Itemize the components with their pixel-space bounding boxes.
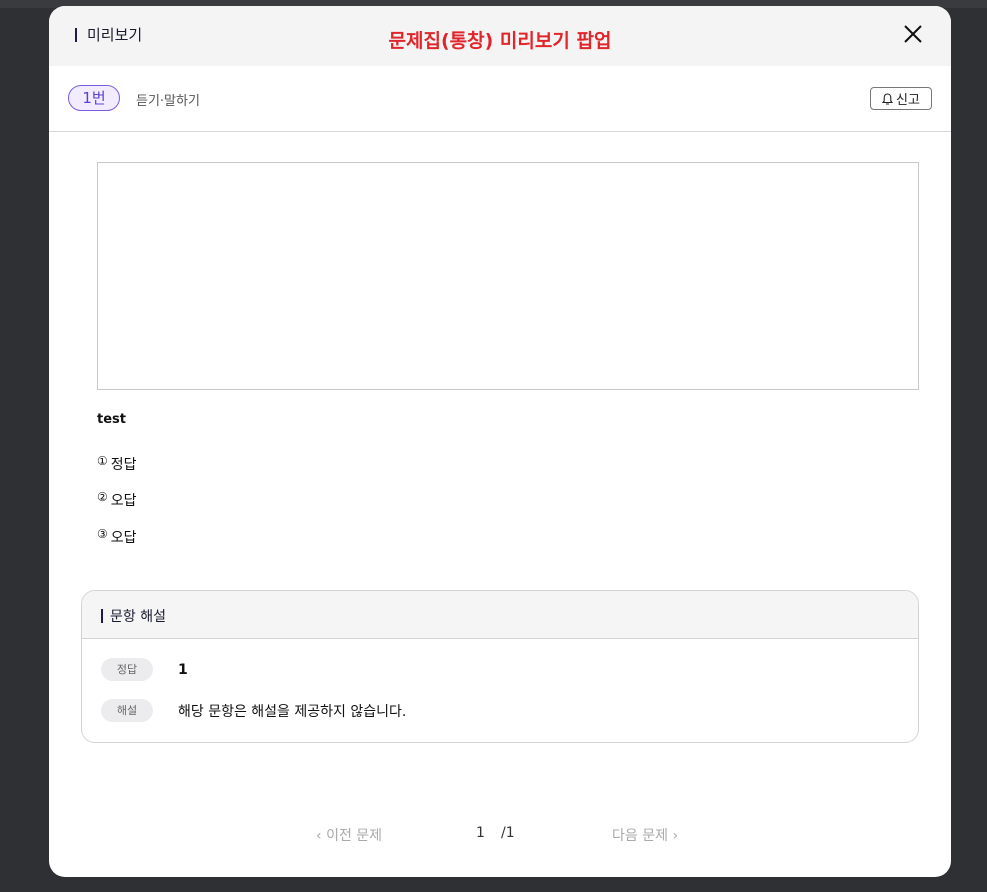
choice-2-label: 오답 bbox=[110, 493, 137, 509]
next-question-label: 다음 문제 bbox=[612, 828, 668, 844]
bell-icon bbox=[882, 92, 894, 105]
prev-question-button[interactable]: ‹ 이전 문제 bbox=[316, 825, 382, 845]
choice-1[interactable]: ① 정답 bbox=[97, 454, 137, 474]
pagination: ‹ 이전 문제 1 /1 다음 문제 › bbox=[49, 822, 951, 846]
explanation-value: 해당 문항은 해설을 제공하지 않습니다. bbox=[178, 704, 407, 720]
chevron-left-icon: ‹ bbox=[316, 828, 322, 844]
popup-title: 문제집(통창) 미리보기 팝업 bbox=[388, 30, 612, 52]
choice-2-mark: ② bbox=[97, 490, 108, 504]
report-button[interactable]: 신고 bbox=[870, 87, 932, 110]
explanation-panel: 문항 해설 정답 1 해설 해당 문항은 해설을 제공하지 않습니다. bbox=[81, 590, 919, 743]
choice-3-label: 오답 bbox=[110, 530, 137, 546]
modal-header: 미리보기 문제집(통창) 미리보기 팝업 bbox=[49, 6, 951, 66]
preview-modal: 미리보기 문제집(통창) 미리보기 팝업 1번 듣기·말하기 신고 test ①… bbox=[49, 6, 951, 877]
next-question-button[interactable]: 다음 문제 › bbox=[612, 825, 678, 845]
choice-2[interactable]: ② 오답 bbox=[97, 490, 137, 510]
prev-question-label: 이전 문제 bbox=[326, 828, 383, 844]
explanation-title: 문항 해설 bbox=[101, 606, 166, 626]
close-button[interactable] bbox=[901, 22, 925, 46]
explanation-title-text: 문항 해설 bbox=[110, 609, 166, 625]
answer-tag: 정답 bbox=[101, 658, 153, 681]
choice-1-label: 정답 bbox=[110, 457, 137, 473]
answer-value: 1 bbox=[178, 662, 188, 678]
choice-3-mark: ③ bbox=[97, 527, 108, 541]
close-icon bbox=[904, 25, 922, 43]
total-pages: /1 bbox=[501, 825, 515, 841]
explanation-tag: 해설 bbox=[101, 699, 153, 722]
chevron-right-icon: › bbox=[672, 828, 679, 844]
current-page: 1 bbox=[476, 825, 485, 841]
choice-3[interactable]: ③ 오답 bbox=[97, 527, 137, 547]
explanation-header: 문항 해설 bbox=[82, 591, 918, 639]
report-button-label: 신고 bbox=[896, 93, 920, 108]
question-media-area bbox=[97, 162, 919, 390]
question-bar: 1번 듣기·말하기 신고 bbox=[49, 66, 951, 132]
question-text: test bbox=[97, 412, 126, 427]
explanation-accent-bar bbox=[101, 609, 103, 623]
question-category: 듣기·말하기 bbox=[136, 94, 200, 109]
question-number-badge: 1번 bbox=[68, 85, 120, 111]
choice-1-mark: ① bbox=[97, 454, 108, 468]
